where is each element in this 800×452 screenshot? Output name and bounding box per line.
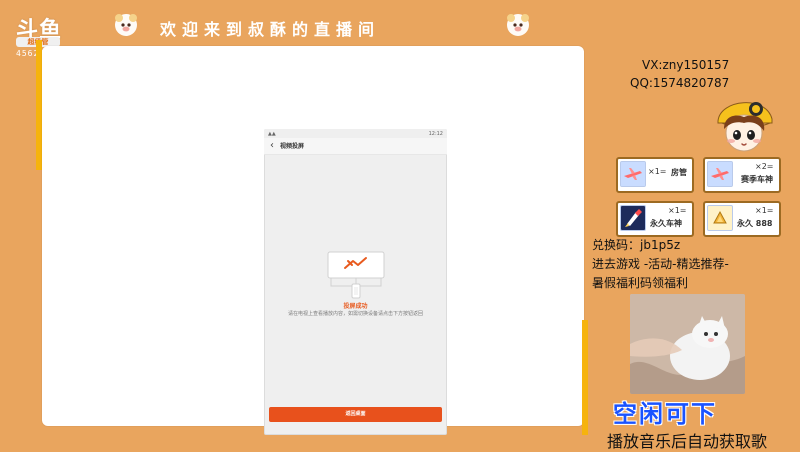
webcam-video [630,294,745,394]
success-description: 请在电视上查看播放内容，如需切换设备请点击下方按钮返回 [287,311,423,317]
back-icon[interactable]: ‹ [270,141,280,151]
gift-item: ×1= 永久 888 [703,201,781,237]
gift-label: 永久 888 [737,219,773,228]
stream-title-row: 欢迎来到叔酥的直播间 [112,10,532,42]
gift-multiplier: ×1= [668,206,687,215]
rocket-gift-icon [620,205,646,231]
screen-cast-illustration-icon [327,251,385,299]
phone-header: ‹ 视频投屏 [264,138,447,155]
gift-item: ×1= 房管 [616,157,694,193]
redeem-code: 兑换码：jb1p5z [592,238,681,252]
plane-gift-icon [707,161,733,187]
contact-vx: VX:zny150157 [642,58,730,72]
phone-screen: ▲▲ 12:12 ‹ 视频投屏 投屏成功 请在电视上查看播放内容，如需切换设备请… [264,129,447,435]
gift-item: ×1= 永久车神 [616,201,694,237]
gift-multiplier: ×1= [755,206,774,215]
stream-stage: ▲▲ 12:12 ‹ 视频投屏 投屏成功 请在电视上查看播放内容，如需切换设备请… [42,46,584,435]
gift-item: ×2= 赛季车神 [703,157,781,193]
gift-multiplier: ×2= [755,162,774,171]
status-left: ▲▲ [268,131,276,137]
phone-header-title: 视频投屏 [280,143,305,150]
gift-label: 房管 [671,168,687,177]
stream-title: 欢迎来到叔酥的直播间 [160,20,381,39]
promo-line-2: 进去游戏 -活动-精选推荐- [592,257,729,271]
cat-webcam-icon [630,294,745,394]
mascot-avatar-icon [717,102,773,152]
hamster-icon [115,14,137,36]
return-desktop-button[interactable]: 返回桌面 [269,407,442,422]
phone-status-bar: ▲▲ 12:12 [264,129,447,138]
promo-text: 兑换码：jb1p5z 进去游戏 -活动-精选推荐- 暑假福利码领福利 [592,236,797,293]
music-hint: 播放音乐后自动获取歌 [607,432,768,451]
success-text: 投屏成功 [343,303,368,310]
stage-frame-accent-right [582,320,588,435]
promo-line-3: 暑假福利码领福利 [592,276,689,290]
status-kong: 空闲可下 [613,400,717,428]
hamster-icon [507,14,529,36]
contact-info: VX:zny150157 QQ:1574820787 [630,56,780,92]
gift-multiplier: ×1= [648,167,667,176]
gift-grid: ×1= 房管 ×2= 赛季车神 ×1= 永久车神 ×1= 永久 888 [614,155,784,237]
gift-label: 永久车神 [650,219,682,228]
gift-label: 赛季车神 [741,175,773,184]
gold-gift-icon [707,205,733,231]
status-time: 12:12 [428,131,443,137]
plane-gift-icon [620,161,646,187]
